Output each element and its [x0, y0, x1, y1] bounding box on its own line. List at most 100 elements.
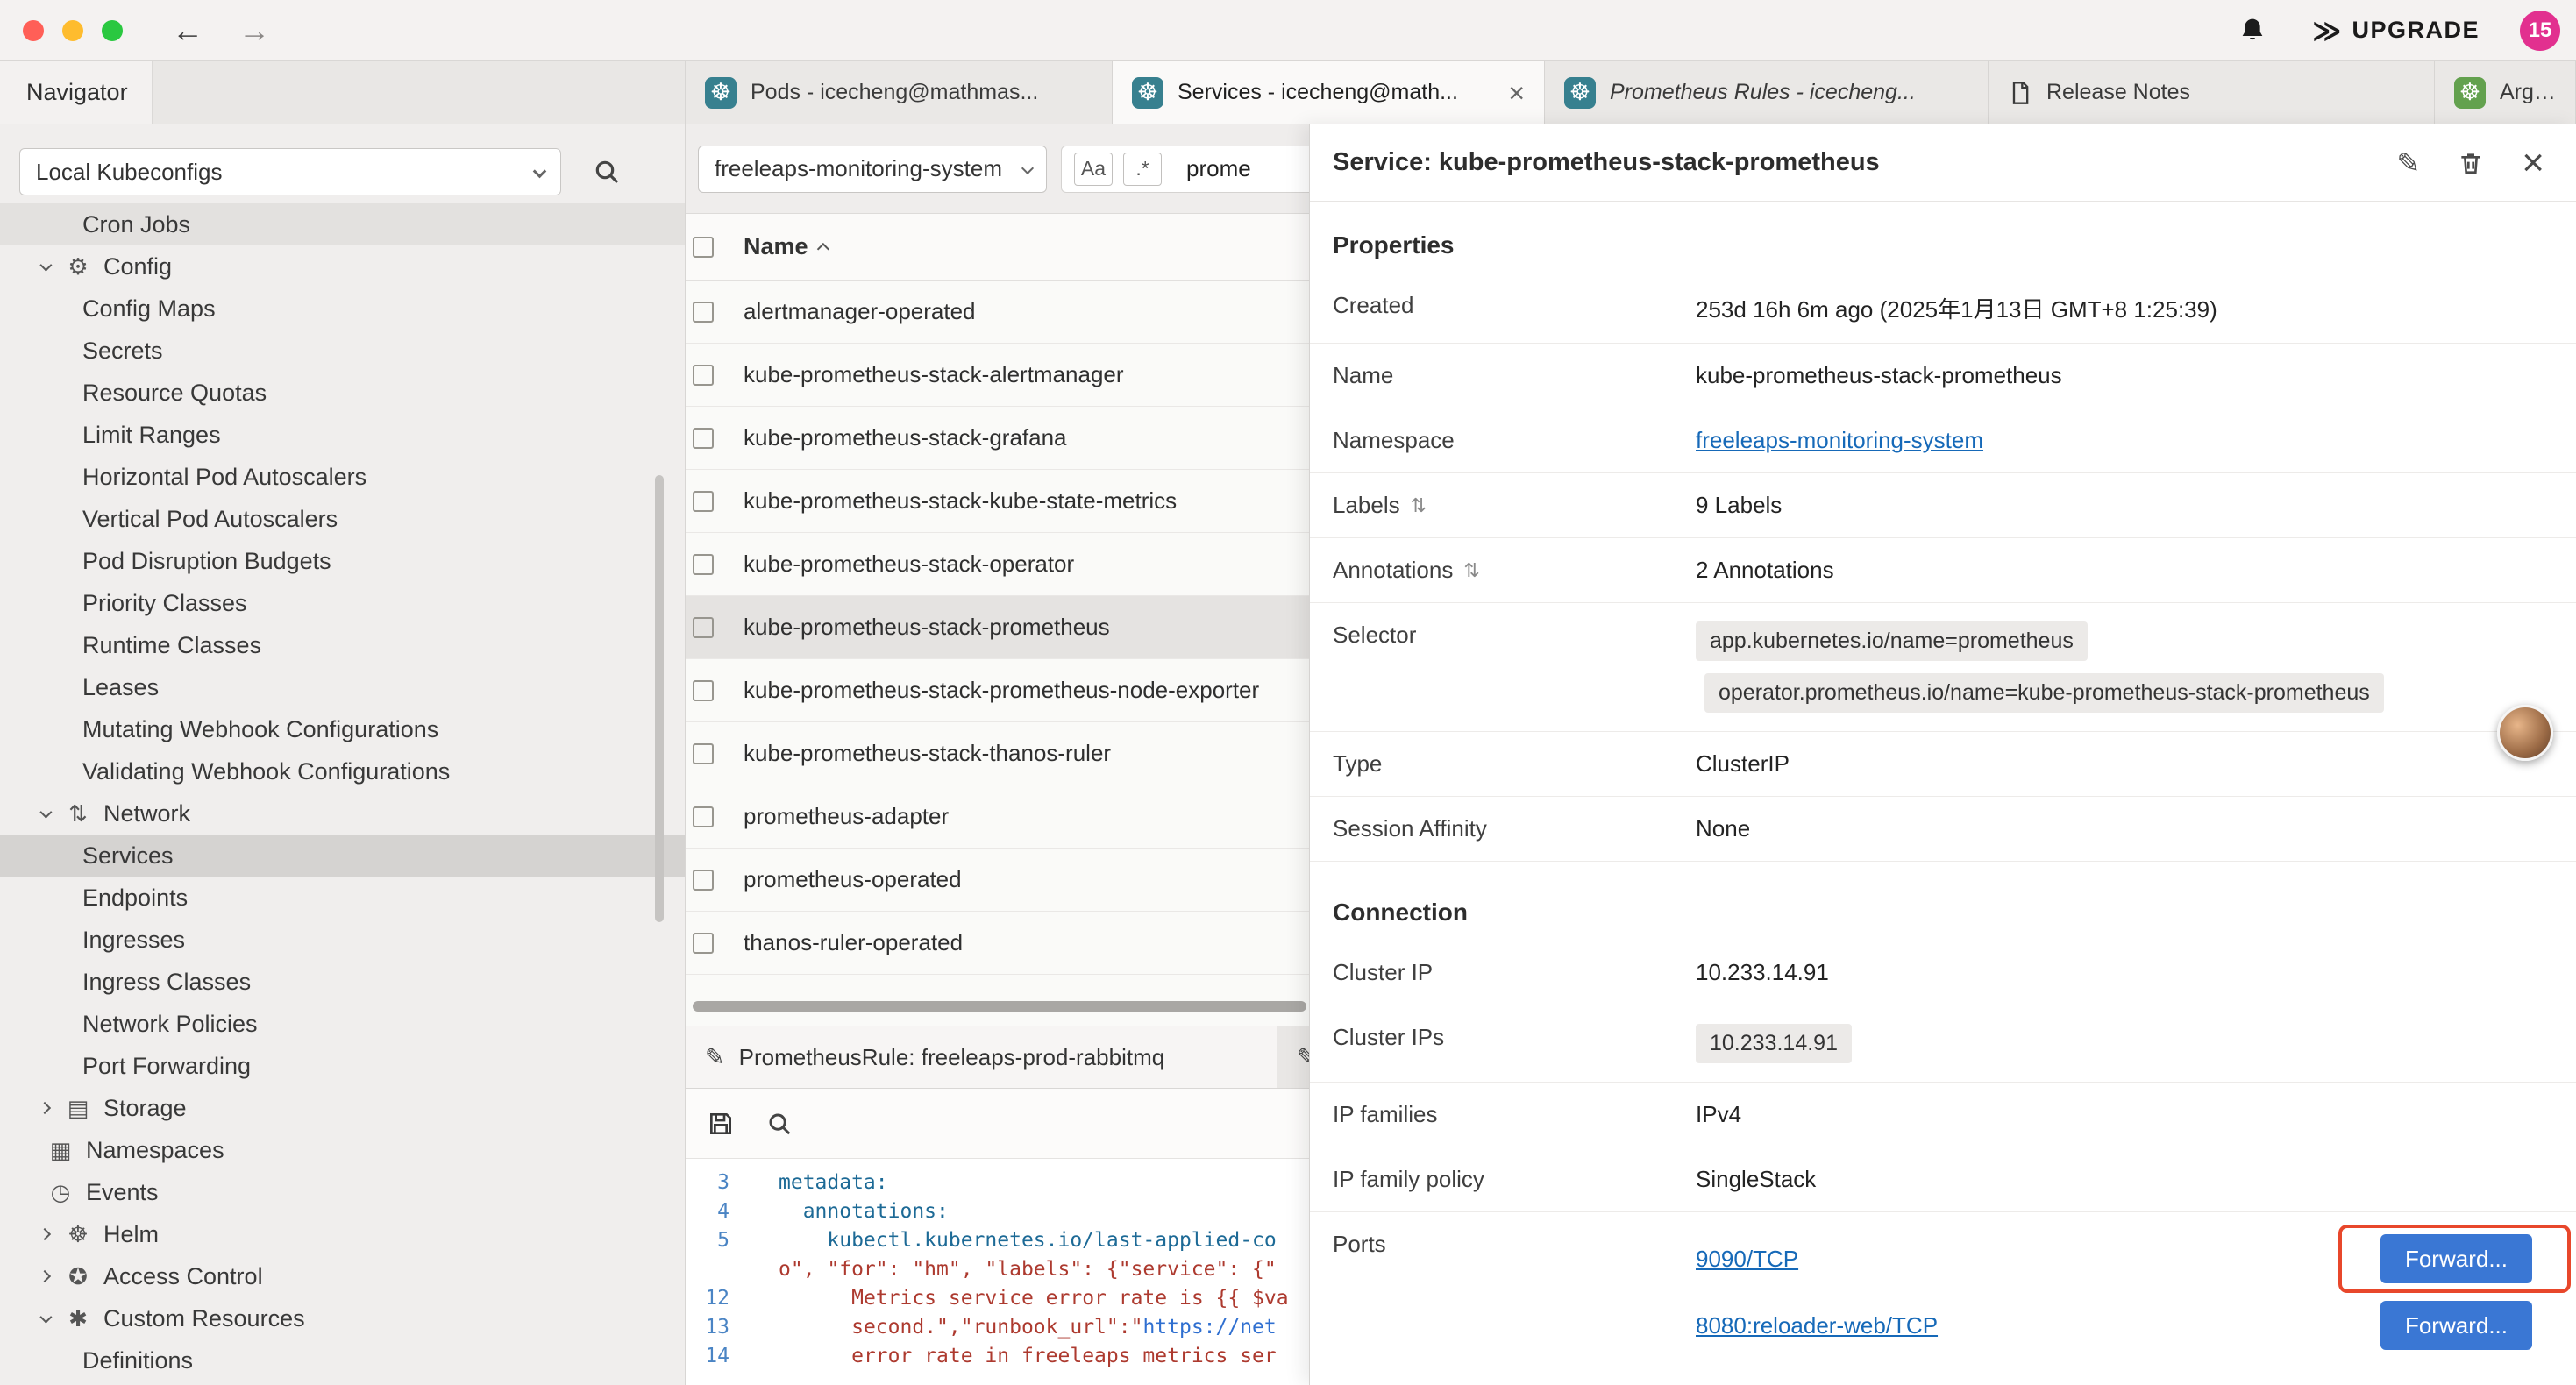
namespace-filter-dropdown[interactable]: freeleaps-monitoring-system — [698, 146, 1047, 193]
sidebar-item-port-forwarding[interactable]: Port Forwarding — [0, 1045, 686, 1087]
cluster-ip-chip: 10.233.14.91 — [1696, 1024, 1852, 1063]
sidebar-item-priority-classes[interactable]: Priority Classes — [0, 582, 686, 624]
sidebar-item-label: Custom Resources — [103, 1305, 305, 1332]
connection-section-title: Connection — [1333, 898, 2576, 927]
sidebar-item-label: Network Policies — [82, 1011, 258, 1038]
port-link[interactable]: 8080:reloader-web/TCP — [1696, 1312, 1938, 1339]
sidebar-item-network[interactable]: ⇅ Network — [0, 792, 686, 835]
sidebar-item-pod-disruption-budgets[interactable]: Pod Disruption Budgets — [0, 540, 686, 582]
row-checkbox[interactable] — [693, 933, 714, 954]
kubeconfig-selector[interactable]: Local Kubeconfigs — [19, 148, 561, 195]
row-checkbox[interactable] — [693, 743, 714, 764]
avatar[interactable] — [2497, 705, 2553, 761]
sidebar-item-label: Definitions — [82, 1347, 193, 1374]
service-name-cell: kube-prometheus-stack-kube-state-metrics — [744, 487, 1177, 515]
property-row-session-affinity: Session Affinity None — [1310, 797, 2576, 862]
edit-service-icon[interactable]: ✎ — [2396, 146, 2420, 180]
sidebar-item-ingresses[interactable]: Ingresses — [0, 919, 686, 961]
tab-prometheus-rules[interactable]: ☸ Prometheus Rules - icecheng... — [1545, 61, 1989, 124]
sidebar-item-definitions[interactable]: Definitions — [0, 1339, 686, 1381]
dock-tab-prometheusrule[interactable]: ✎ PrometheusRule: freeleaps-prod-rabbitm… — [686, 1026, 1277, 1088]
port-link[interactable]: 9090/TCP — [1696, 1246, 1798, 1273]
sidebar-item-services[interactable]: Services — [0, 835, 686, 877]
sidebar-item-label: Secrets — [82, 337, 163, 365]
namespace-link[interactable]: freeleaps-monitoring-system — [1696, 427, 1983, 453]
forward-button[interactable]: Forward... — [2380, 1234, 2532, 1283]
row-checkbox[interactable] — [693, 491, 714, 512]
sidebar-item-ingress-classes[interactable]: Ingress Classes — [0, 961, 686, 1003]
sidebar-item-label: Services — [82, 842, 174, 870]
minimize-window-button[interactable] — [62, 20, 83, 41]
tree-chevron-icon — [39, 1270, 51, 1282]
close-tab-icon[interactable]: × — [1508, 79, 1525, 107]
expand-toggle-icon[interactable]: ⇅ — [1463, 559, 1479, 582]
close-window-button[interactable] — [23, 20, 44, 41]
sidebar-item-storage[interactable]: ▤ Storage — [0, 1087, 686, 1129]
sidebar-item-config[interactable]: ⚙ Config — [0, 245, 686, 288]
row-checkbox[interactable] — [693, 680, 714, 701]
upgrade-button[interactable]: ≫ UPGRADE — [2312, 14, 2480, 47]
code-line: second.","runbook_url":"https://net — [747, 1316, 1277, 1339]
editor-search-icon[interactable] — [766, 1111, 793, 1137]
sidebar-item-namespaces[interactable]: ▦ Namespaces — [0, 1129, 686, 1171]
row-checkbox[interactable] — [693, 806, 714, 827]
service-name-cell: kube-prometheus-stack-thanos-ruler — [744, 740, 1111, 767]
sidebar-search-icon[interactable] — [593, 158, 621, 186]
tab-services[interactable]: ☸ Services - icecheng@math... × — [1113, 61, 1545, 124]
sidebar-item-endpoints[interactable]: Endpoints — [0, 877, 686, 919]
sidebar-item-limit-ranges[interactable]: Limit Ranges — [0, 414, 686, 456]
history-back-button[interactable]: ← — [172, 15, 203, 46]
connection-row-cluster-ip: Cluster IP 10.233.14.91 — [1310, 941, 2576, 1005]
tab-pods[interactable]: ☸ Pods - icecheng@mathmas... — [686, 61, 1113, 124]
sidebar-item-secrets[interactable]: Secrets — [0, 330, 686, 372]
row-checkbox[interactable] — [693, 365, 714, 386]
sidebar-item-access-control[interactable]: ✪ Access Control — [0, 1255, 686, 1297]
sidebar-item-custom-resources[interactable]: ✱ Custom Resources — [0, 1297, 686, 1339]
expand-toggle-icon[interactable]: ⇅ — [1411, 494, 1427, 517]
sidebar-item-events[interactable]: ◷ Events — [0, 1171, 686, 1213]
sidebar-item-helm[interactable]: ☸ Helm — [0, 1213, 686, 1255]
sidebar-item-vertical-pod-autoscalers[interactable]: Vertical Pod Autoscalers — [0, 498, 686, 540]
row-checkbox[interactable] — [693, 302, 714, 323]
history-forward-button[interactable]: → — [238, 15, 270, 46]
table-horizontal-scrollbar[interactable] — [693, 1001, 1306, 1012]
sidebar-item-label: Events — [86, 1179, 159, 1206]
service-name-cell: kube-prometheus-stack-prometheus — [744, 614, 1110, 641]
sidebar-item-leases[interactable]: Leases — [0, 666, 686, 708]
property-row-annotations[interactable]: Annotations ⇅ 2 Annotations — [1310, 538, 2576, 603]
sidebar-item-mutating-webhook-configurations[interactable]: Mutating Webhook Configurations — [0, 708, 686, 750]
helm-wheel-icon: ☸ — [63, 1221, 93, 1248]
tab-release-notes[interactable]: Release Notes — [1989, 61, 2435, 124]
row-checkbox[interactable] — [693, 870, 714, 891]
sidebar-item-validating-webhook-configurations[interactable]: Validating Webhook Configurations — [0, 750, 686, 792]
upgrade-icon: ≫ — [2312, 14, 2342, 47]
sidebar-item-network-policies[interactable]: Network Policies — [0, 1003, 686, 1045]
column-header-name[interactable]: Name — [744, 233, 829, 260]
row-checkbox[interactable] — [693, 617, 714, 638]
tab-argo[interactable]: ☸ Argo Se — [2435, 61, 2576, 124]
regex-toggle[interactable]: .* — [1123, 153, 1162, 186]
zoom-window-button[interactable] — [102, 20, 123, 41]
property-row-created: Created 253d 16h 6m ago (2025年1月13日 GMT+… — [1310, 273, 2576, 344]
row-checkbox[interactable] — [693, 428, 714, 449]
select-all-checkbox[interactable] — [693, 237, 714, 258]
delete-service-icon[interactable] — [2457, 149, 2485, 177]
property-row-labels[interactable]: Labels ⇅ 9 Labels — [1310, 473, 2576, 538]
row-checkbox[interactable] — [693, 554, 714, 575]
sidebar-item-label: Access Control — [103, 1263, 263, 1290]
sidebar-item-runtime-classes[interactable]: Runtime Classes — [0, 624, 686, 666]
forward-button[interactable]: Forward... — [2380, 1301, 2532, 1350]
sidebar-item-config-maps[interactable]: Config Maps — [0, 288, 686, 330]
sidebar-item-horizontal-pod-autoscalers[interactable]: Horizontal Pod Autoscalers — [0, 456, 686, 498]
match-case-toggle[interactable]: Aa — [1074, 153, 1113, 186]
notifications-bell-icon[interactable] — [2238, 17, 2266, 45]
navigator-tab[interactable]: Navigator — [0, 61, 153, 124]
save-icon[interactable] — [707, 1110, 735, 1138]
sidebar-scrollbar[interactable] — [655, 475, 664, 922]
code-line: Metrics service error rate is {{ $va — [747, 1287, 1289, 1310]
notification-count-badge[interactable]: 15 — [2520, 11, 2560, 51]
close-panel-icon[interactable]: × — [2522, 144, 2544, 182]
sidebar-item-resource-quotas[interactable]: Resource Quotas — [0, 372, 686, 414]
sidebar-item-cron-jobs[interactable]: Cron Jobs — [0, 203, 686, 245]
config-gear-icon: ⚙ — [63, 253, 93, 281]
